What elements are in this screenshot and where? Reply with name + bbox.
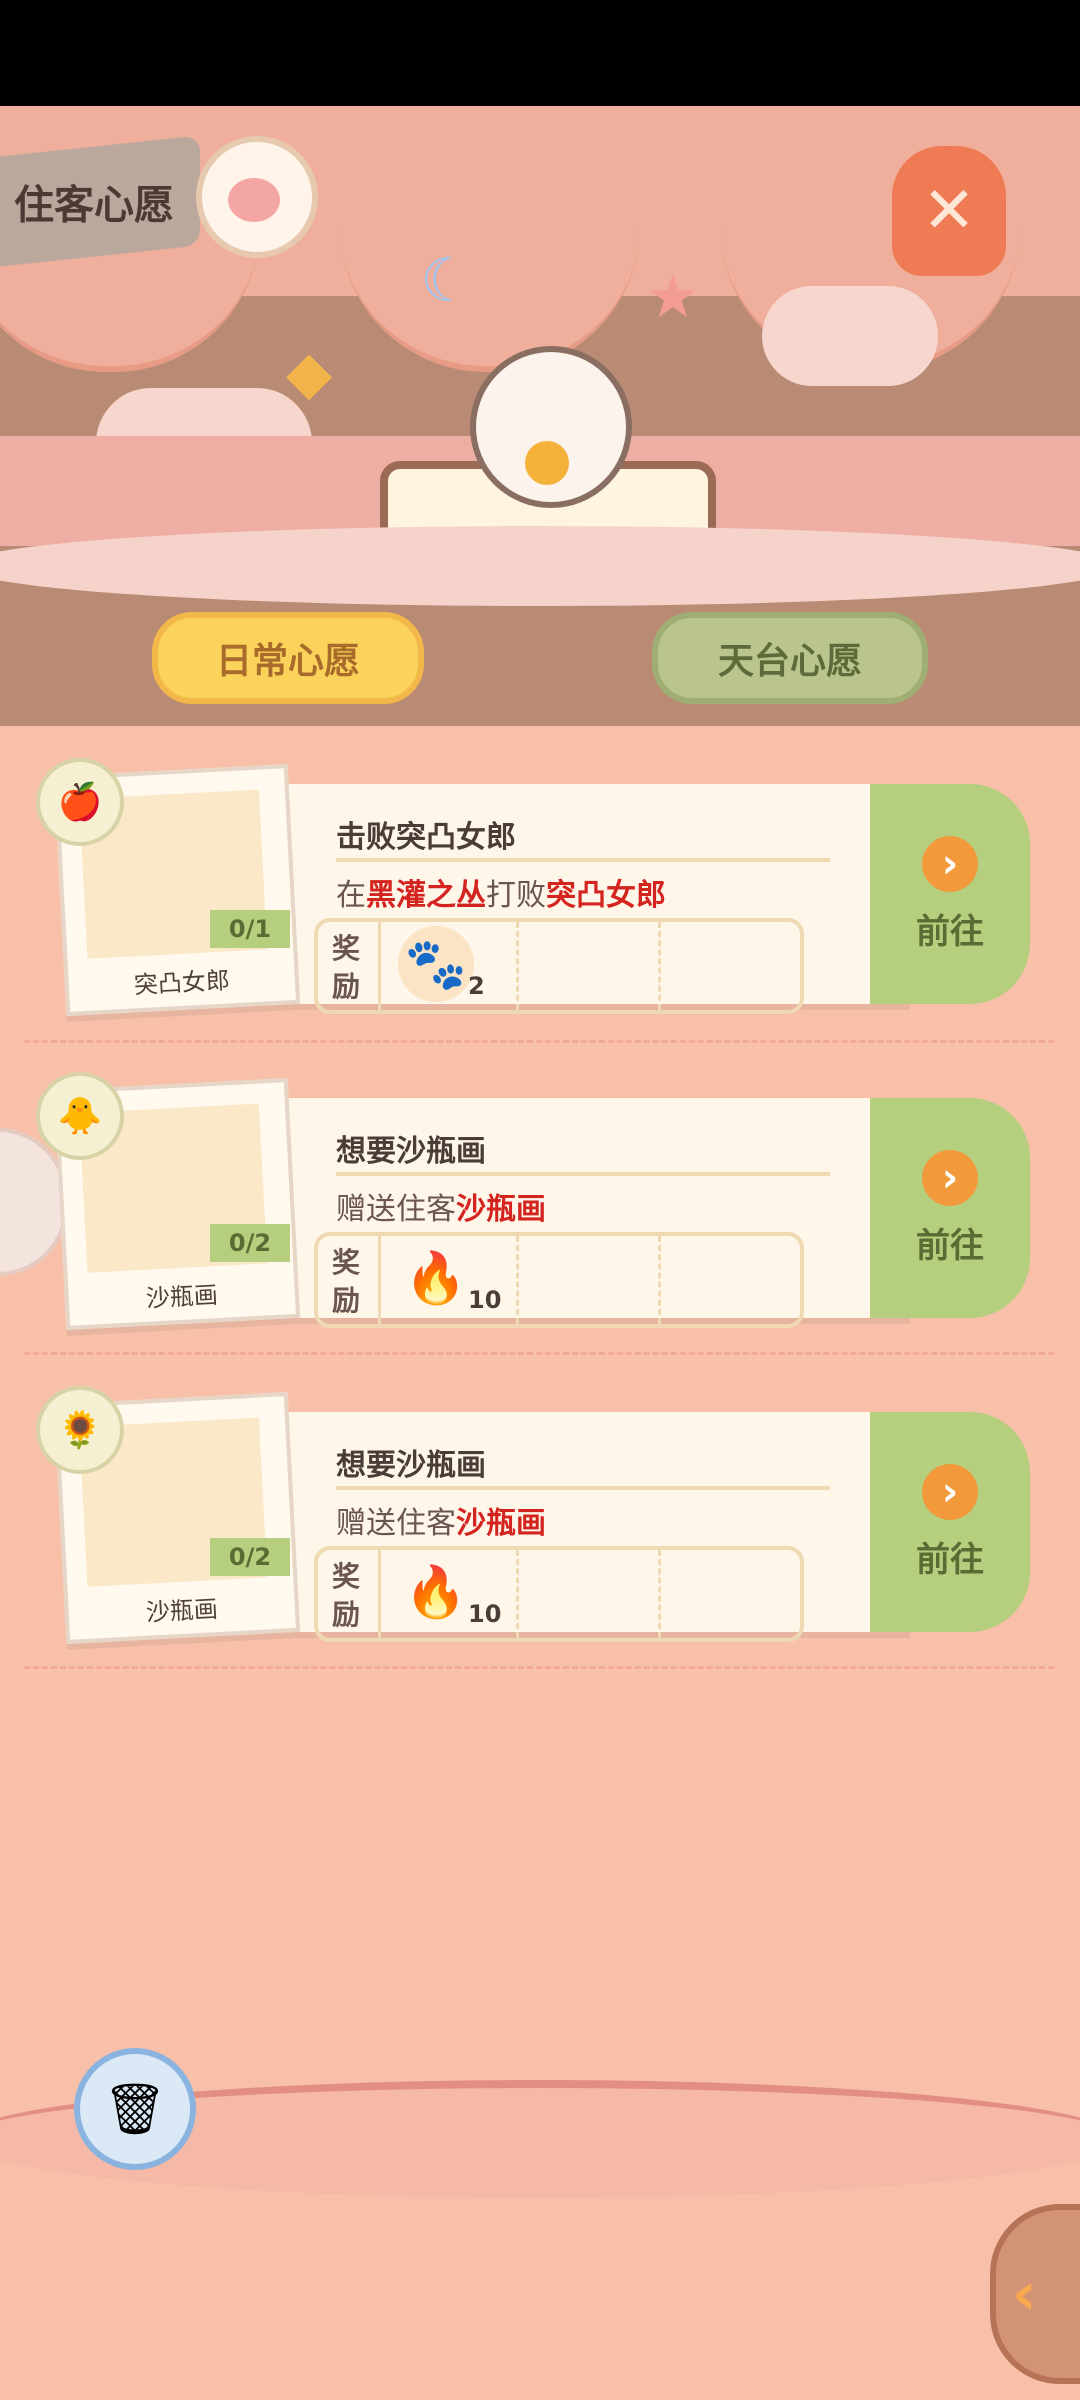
sunflower-badge-icon: 🌻 <box>36 1386 124 1474</box>
tab-label: 日常心愿 <box>215 641 360 682</box>
arrow-right-icon: › <box>922 835 978 892</box>
dashed-separator <box>24 1666 1054 1669</box>
goto-button[interactable]: › 前往 <box>870 784 1030 1004</box>
status-bar <box>0 0 1080 106</box>
blue-flame-icon[interactable]: 🔥 <box>398 1554 474 1630</box>
blue-flame-icon[interactable]: 🔥 <box>398 1240 474 1316</box>
reward-quantity: 2 <box>468 972 485 1000</box>
close-icon: ✕ <box>922 174 976 248</box>
curtain-scallop <box>340 226 640 372</box>
bird-ornament-icon: ◆ <box>286 338 333 408</box>
task-description: 在黑灌之丛打败突凸女郎 <box>336 878 666 913</box>
goto-label: 前往 <box>916 1225 984 1266</box>
progress-count: 0/2 <box>210 1224 290 1262</box>
moon-ornament-icon: ☾ <box>420 246 474 316</box>
page-title: 住客心愿 <box>14 182 174 229</box>
task-card: 突凸女郎 0/1 🍎 击败突凸女郎 在黑灌之丛打败突凸女郎 奖励 🐾 2 › 前… <box>30 758 1030 1016</box>
apple-badge-icon: 🍎 <box>36 758 124 846</box>
paw-wand-icon[interactable]: 🐾 <box>398 926 474 1002</box>
task-title: 击败突凸女郎 <box>336 820 516 855</box>
avatar-name: 突凸女郎 <box>133 966 231 1000</box>
cloud-right <box>762 286 938 386</box>
tab-daily-wishes[interactable]: 日常心愿 <box>152 612 424 704</box>
reward-quantity: 10 <box>468 1286 502 1314</box>
divider <box>336 1172 830 1176</box>
header-wave <box>0 526 1080 606</box>
paw-icon <box>196 136 318 258</box>
divider <box>336 858 830 862</box>
task-description: 赠送住客沙瓶画 <box>336 1192 546 1227</box>
avatar-name: 沙瓶画 <box>145 1281 219 1313</box>
goto-label: 前往 <box>916 1539 984 1580</box>
task-card: 沙瓶画 0/2 🌻 想要沙瓶画 赠送住客沙瓶画 奖励 🔥 10 › 前往 <box>30 1386 1030 1644</box>
reward-box: 奖励 🔥 10 <box>314 1232 804 1328</box>
tab-label: 天台心愿 <box>717 641 862 682</box>
dashed-separator <box>24 1040 1054 1043</box>
tab-rooftop-wishes[interactable]: 天台心愿 <box>652 612 928 704</box>
arrow-right-icon: › <box>922 1463 978 1520</box>
goto-label: 前往 <box>916 911 984 952</box>
task-title: 想要沙瓶画 <box>336 1134 486 1169</box>
chick-badge-icon: 🐥 <box>36 1072 124 1160</box>
task-description: 赠送住客沙瓶画 <box>336 1506 546 1541</box>
bell-icon <box>525 441 569 485</box>
reward-label: 奖励 <box>332 1560 361 1631</box>
page-title-tab: 住客心愿 <box>0 135 200 267</box>
task-card: 沙瓶画 0/2 🐥 想要沙瓶画 赠送住客沙瓶画 奖励 🔥 10 › 前往 <box>30 1072 1030 1330</box>
progress-count: 0/1 <box>210 910 290 948</box>
goto-button[interactable]: › 前往 <box>870 1412 1030 1632</box>
trash-icon[interactable]: 🗑 <box>74 2048 196 2170</box>
avatar-name: 沙瓶画 <box>145 1595 219 1627</box>
arrow-right-icon: › <box>922 1149 978 1206</box>
progress-count: 0/2 <box>210 1538 290 1576</box>
star-ornament-icon: ★ <box>646 262 700 332</box>
goto-button[interactable]: › 前往 <box>870 1098 1030 1318</box>
reward-label: 奖励 <box>332 1246 361 1317</box>
close-button[interactable]: ✕ <box>892 146 1006 276</box>
reward-box: 奖励 🐾 2 <box>314 918 804 1014</box>
reward-quantity: 10 <box>468 1600 502 1628</box>
reward-box: 奖励 🔥 10 <box>314 1546 804 1642</box>
reward-label: 奖励 <box>332 932 361 1003</box>
dashed-separator <box>24 1352 1054 1355</box>
divider <box>336 1486 830 1490</box>
task-title: 想要沙瓶画 <box>336 1448 486 1483</box>
back-arrow-icon: ‹ <box>1012 2259 1037 2329</box>
